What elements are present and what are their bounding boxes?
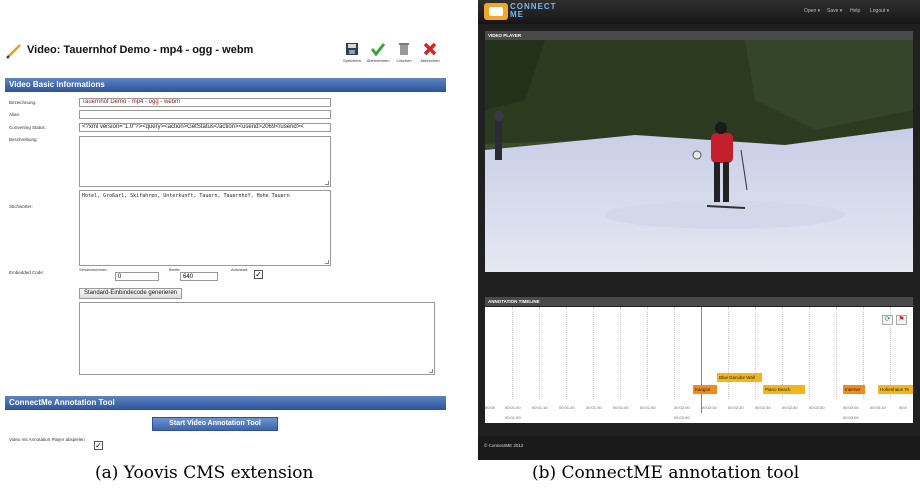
trash-icon — [399, 43, 409, 55]
gridline — [593, 307, 594, 399]
annotation-tag[interactable]: Kangce — [693, 385, 717, 394]
apply-button[interactable]: Übernehmen — [365, 42, 391, 63]
gridline — [620, 307, 621, 399]
save-button[interactable]: Speichern — [339, 42, 365, 63]
annotation-tag[interactable]: Piano Beach — [763, 385, 805, 394]
cancel-label: Abbrechen — [420, 58, 440, 63]
refresh-icon[interactable]: ⟳ — [882, 315, 893, 325]
time-tick: 00:01:50 — [640, 405, 656, 410]
menu-logout[interactable]: Logout ▾ — [870, 8, 889, 14]
time-tick: 00:01:40 — [613, 405, 629, 410]
playhead-cursor[interactable] — [701, 307, 702, 413]
annotation-tag[interactable]: Blue Danube Wall — [717, 373, 762, 382]
checkmark-icon — [371, 43, 385, 56]
annotation-timeline-header: ANNOTATION TIMELINE — [485, 297, 913, 306]
time-tick: 00:00 — [485, 405, 496, 410]
time-tick: 00:01:30 — [586, 405, 602, 410]
section-header-basic: Video Basic Informations — [5, 78, 446, 92]
time-tick: 00:03:00 — [843, 405, 859, 410]
annotation-player-label: Video mit Annotation Player abspielen — [9, 437, 85, 442]
time-tick: 00:01:20 — [559, 405, 575, 410]
time-tick: 00:02:20 — [728, 405, 744, 410]
time-tick-secondary: 00:02:00 — [674, 415, 690, 420]
resize-grip-icon[interactable] — [325, 181, 329, 185]
alias-label: Alias: — [9, 112, 21, 117]
connectme-screenshot: CONNECT ME Open ▾ Save ▾ Help Logout ▾ V… — [478, 0, 920, 460]
time-tick-secondary: 00:03:00 — [843, 415, 859, 420]
bezeichnung-field[interactable]: Tauernhof Demo - mp4 - ogg - webm — [79, 98, 331, 107]
footer: © ConnectME 2012 — [478, 436, 920, 460]
top-navbar: CONNECT ME Open ▾ Save ▾ Help Logout ▾ — [478, 0, 920, 24]
page-title: Video: Tauernhof Demo - mp4 - ogg - webm — [27, 44, 254, 56]
embed-code-textarea[interactable] — [79, 302, 435, 375]
gridline — [566, 307, 567, 399]
bezeichnung-label: Bezeichnung: — [9, 100, 37, 105]
annotation-timeline[interactable]: ⟳ ⚑ Kangce Blue Danube Wall Piano Beach … — [485, 307, 913, 423]
section-header-annotation: ConnectMe Annotation Tool — [5, 396, 446, 410]
gridline — [836, 307, 837, 399]
delete-button[interactable]: Löschen — [391, 42, 417, 63]
beschreibung-label: Beschreibung: — [9, 137, 38, 142]
video-frame[interactable] — [485, 40, 913, 272]
connectme-logo-icon — [484, 3, 508, 20]
floppy-icon — [346, 43, 358, 55]
gridline — [647, 307, 648, 399]
menu-open[interactable]: Open ▾ — [804, 8, 820, 14]
time-tick: 00:01:00 — [505, 405, 521, 410]
close-icon — [423, 42, 437, 56]
time-tick-secondary: 00:01:00 — [505, 415, 521, 420]
converting-field[interactable]: <?xml version="1.0"?><query><action>GetS… — [79, 123, 331, 132]
stichworter-value: Hotel, Großarl, Skifahren, Unterkunft, T… — [82, 193, 290, 199]
ski-slope-video-image — [485, 40, 913, 272]
stichworter-textarea[interactable]: Hotel, Großarl, Skifahren, Unterkunft, T… — [79, 190, 331, 266]
menu-save[interactable]: Save ▾ — [827, 8, 842, 14]
annotation-tag[interactable]: Internet — [843, 385, 865, 394]
gridline — [755, 307, 756, 399]
sendernummer-field[interactable]: 0 — [115, 272, 159, 281]
logo-bottom: ME — [510, 10, 524, 19]
yoovis-screenshot: Video: Tauernhof Demo - mp4 - ogg - webm… — [5, 36, 446, 458]
annotation-tag[interactable]: Hohenhaus Te — [878, 385, 913, 394]
gridline — [728, 307, 729, 399]
gridline — [674, 307, 675, 399]
time-tick: 00:02:50 — [809, 405, 825, 410]
time-tick: 00:01:10 — [532, 405, 548, 410]
time-tick: 00:02:10 — [701, 405, 717, 410]
autostart-checkbox[interactable]: ✓ — [254, 270, 263, 279]
video-player-header: VIDEO PLAYER — [485, 31, 913, 40]
alias-field[interactable] — [79, 110, 331, 119]
generate-embed-button[interactable]: Standard-Einbindecode generieren — [79, 288, 183, 299]
resize-grip-icon[interactable] — [325, 260, 329, 264]
logo-text: CONNECT ME — [510, 3, 557, 19]
beschreibung-textarea[interactable] — [79, 136, 331, 187]
time-tick: 00:02:40 — [782, 405, 798, 410]
cancel-button[interactable]: Abbrechen — [417, 42, 443, 63]
start-annotation-tool-button[interactable]: Start Video Annotation Tool — [152, 417, 278, 431]
gridline — [512, 307, 513, 399]
annotation-player-checkbox[interactable]: ✓ — [94, 441, 103, 450]
breite-label: Breite: — [169, 267, 181, 272]
sendernummer-label: Sendernummer: — [79, 267, 108, 272]
resize-grip-icon[interactable] — [429, 369, 433, 373]
embedded-label: Embedded Code: — [9, 270, 45, 275]
time-tick: 00:02:00 — [674, 405, 690, 410]
delete-label: Löschen — [396, 58, 412, 63]
time-tick: 00:03:10 — [870, 405, 886, 410]
caption-a: (a) Yoovis CMS extension — [95, 463, 314, 483]
converting-label: Converting Status: — [9, 125, 47, 130]
caption-b: (b) ConnectME annotation tool — [532, 463, 800, 483]
gridline — [809, 307, 810, 399]
pencil-icon — [6, 44, 21, 59]
autostart-label: Autostart: — [231, 267, 249, 272]
apply-label: Übernehmen — [366, 58, 390, 63]
flag-icon[interactable]: ⚑ — [896, 315, 907, 325]
stichworter-label: Stichwörter: — [9, 204, 33, 209]
gridline — [539, 307, 540, 399]
time-tick: 00:0 — [899, 405, 907, 410]
breite-field[interactable]: 640 — [180, 272, 218, 281]
menu-help[interactable]: Help — [850, 8, 860, 14]
save-label: Speichern — [342, 58, 361, 63]
time-tick: 00:02:30 — [755, 405, 771, 410]
